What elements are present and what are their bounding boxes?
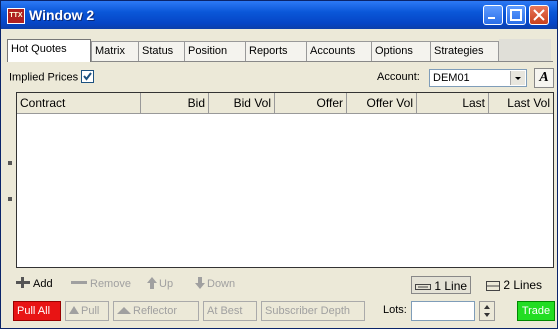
move-up-button[interactable]: Up [147,277,174,290]
lots-input[interactable] [411,301,475,321]
remove-button[interactable]: Remove [70,278,131,290]
dropdown-arrow[interactable] [510,71,525,85]
minimize-button[interactable] [483,5,503,25]
grid-header: Contract Bid Bid Vol Offer Offer Vol Las… [17,93,553,114]
action-toolbar: Pull All Pull Reflector At Best Subscrib… [13,301,557,323]
tab-strategies[interactable]: Strategies [430,41,499,61]
splitter-mark [8,197,12,201]
app-icon: TTX [7,8,25,24]
minimize-icon [488,17,495,19]
tab-options[interactable]: Options [371,41,431,61]
spinner-arrows-icon [484,305,490,317]
arrow-up-icon [147,277,157,290]
pull-button[interactable]: Pull [65,301,109,321]
one-line-button[interactable]: 1 Line [411,276,472,294]
tab-strip-fill [499,39,551,61]
implied-prices-checkbox[interactable] [81,70,95,83]
col-header-offer-vol[interactable]: Offer Vol [347,93,417,113]
add-button[interactable]: Add [15,277,53,290]
col-header-contract[interactable]: Contract [17,93,141,113]
font-button[interactable]: A [534,68,554,88]
account-select[interactable]: DEM01 [429,69,527,87]
up-label: Up [159,278,174,290]
maximize-icon [510,9,522,21]
lots-label: Lots: [383,304,407,316]
chevron-down-icon [515,77,521,80]
list-toolbar: Add Remove Up Down 1 Line 2 Lines [15,276,555,296]
splitter-mark [8,161,12,165]
tab-matrix[interactable]: Matrix [91,41,139,61]
tab-reports[interactable]: Reports [245,41,307,61]
close-button[interactable] [529,5,549,25]
app-window: TTX Window 2 Hot Quotes Matrix Status Po… [0,0,558,329]
two-lines-icon [486,280,500,291]
lots-spinner[interactable] [479,301,495,321]
window-title: Window 2 [29,7,95,23]
pull-icon [69,306,79,315]
add-icon [16,277,30,289]
quotes-grid[interactable]: Contract Bid Bid Vol Offer Offer Vol Las… [16,92,554,268]
account-label: Account: [377,71,420,83]
col-header-offer[interactable]: Offer [275,93,347,113]
maximize-button[interactable] [506,5,526,25]
add-label: Add [33,278,53,290]
at-best-button[interactable]: At Best [203,301,257,321]
down-label: Down [207,278,236,290]
col-header-bid-vol[interactable]: Bid Vol [209,93,275,113]
col-header-bid[interactable]: Bid [141,93,209,113]
tab-status[interactable]: Status [138,41,185,61]
one-line-icon [415,283,431,290]
subscriber-depth-button[interactable]: Subscriber Depth [261,301,365,321]
tab-hot-quotes[interactable]: Hot Quotes [7,39,91,62]
implied-prices-label: Implied Prices [9,71,79,84]
tab-accounts[interactable]: Accounts [306,41,372,61]
checkmark-icon [83,72,92,81]
arrow-down-icon [195,277,205,290]
trade-button[interactable]: Trade [517,301,555,321]
title-bar[interactable]: TTX Window 2 [1,1,557,29]
col-header-last[interactable]: Last [417,93,489,113]
close-icon [533,9,545,21]
reflector-label: Reflector [133,305,178,317]
tab-position[interactable]: Position [184,41,246,61]
reflector-button[interactable]: Reflector [113,301,199,321]
move-down-button[interactable]: Down [195,277,236,290]
pull-all-button[interactable]: Pull All [13,301,61,321]
col-header-last-vol[interactable]: Last Vol [489,93,553,113]
two-lines-label: 2 Lines [503,278,543,292]
pull-label: Pull [81,305,100,317]
remove-icon [71,281,87,285]
account-value: DEM01 [433,72,470,84]
reflector-icon [117,307,131,315]
two-lines-button[interactable]: 2 Lines [483,276,545,294]
remove-label: Remove [90,278,131,290]
implied-prices-option[interactable]: Implied Prices [9,70,95,84]
one-line-label: 1 Line [434,279,468,293]
